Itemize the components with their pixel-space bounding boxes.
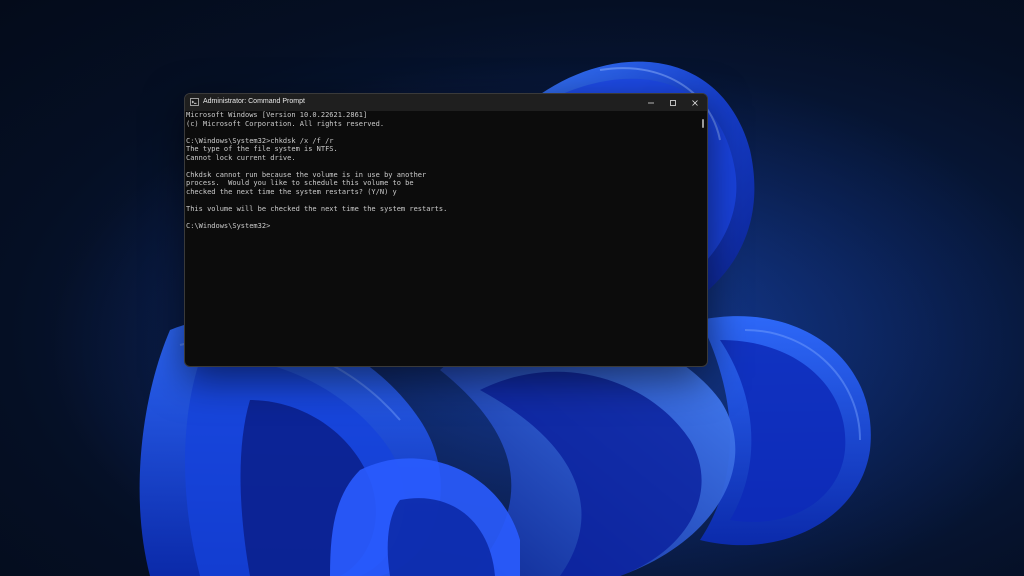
console-line: Cannot lock current drive. [186,153,296,162]
console-line: Chkdsk cannot run because the volume is … [186,170,427,179]
scrollbar-thumb[interactable] [702,119,704,128]
console-output[interactable]: Microsoft Windows [Version 10.0.22621.28… [185,111,699,366]
maximize-icon [670,99,676,106]
close-button[interactable] [684,94,706,111]
console-line: C:\Windows\System32>chkdsk /x /f /r [186,136,334,145]
console-line: The type of the file system is NTFS. [186,145,338,153]
console-line: (c) Microsoft Corporation. All rights re… [186,119,385,128]
title-bar[interactable]: Administrator: Command Prompt [185,94,707,111]
console-line: Microsoft Windows [Version 10.0.22621.28… [186,111,368,119]
vertical-scrollbar[interactable] [699,111,707,366]
command-prompt-window[interactable]: Administrator: Command Prompt Microsoft … [184,93,708,367]
close-icon [692,99,698,106]
minimize-icon [648,102,654,103]
console-line: process. Would you like to schedule this… [186,179,414,187]
console-line: checked the next time the system restart… [186,187,397,196]
cmd-icon [190,98,199,106]
command-prompt-line[interactable]: C:\Windows\System32> [186,222,270,231]
maximize-button[interactable] [662,94,684,111]
window-title: Administrator: Command Prompt [203,98,305,105]
minimize-button[interactable] [640,94,662,111]
desktop: Administrator: Command Prompt Microsoft … [0,0,1024,576]
console-line: This volume will be checked the next tim… [186,204,448,213]
